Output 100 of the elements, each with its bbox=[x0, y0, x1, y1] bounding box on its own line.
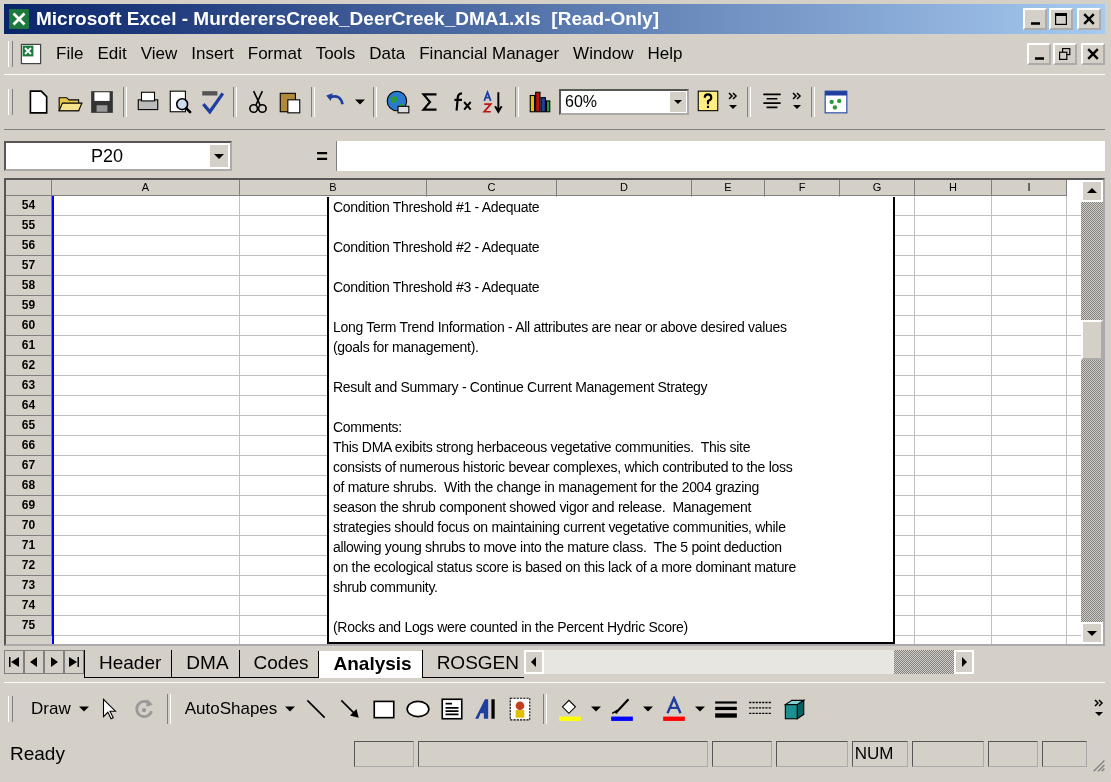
name-box[interactable]: P20 bbox=[4, 141, 232, 171]
caret-icon[interactable] bbox=[355, 97, 365, 107]
row-header[interactable]: 63 bbox=[6, 376, 52, 396]
caret-icon[interactable] bbox=[78, 704, 89, 714]
text-box-icon[interactable] bbox=[439, 696, 466, 722]
maximize-button[interactable] bbox=[1049, 8, 1073, 30]
column-header[interactable]: E bbox=[692, 180, 765, 196]
close-icon bbox=[1083, 13, 1095, 25]
caret-icon[interactable] bbox=[695, 704, 706, 714]
scroll-thumb[interactable] bbox=[1081, 320, 1103, 360]
text-line: Condition Threshold #2 - Adequate bbox=[333, 238, 541, 257]
row-header[interactable]: 74 bbox=[6, 596, 52, 616]
first-sheet-icon[interactable] bbox=[4, 650, 24, 674]
row-header[interactable]: 73 bbox=[6, 576, 52, 596]
bar-chart-icon[interactable] bbox=[527, 89, 553, 115]
text-line: allowing young shrubs to move into the mature class. The 5 point deduction bbox=[333, 538, 783, 557]
menu-item[interactable]: Edit bbox=[90, 42, 134, 66]
text-line: This DMA exibits strong herbaceous vegetative communities. This site bbox=[333, 438, 752, 457]
row-header[interactable]: 57 bbox=[6, 256, 52, 276]
menu-item[interactable]: Window bbox=[566, 42, 641, 66]
minimize-icon bbox=[1030, 21, 1040, 25]
minimize-button[interactable] bbox=[1023, 8, 1047, 30]
close-button[interactable] bbox=[1077, 8, 1101, 30]
text-line: Condition Threshold #1 - Adequate bbox=[333, 198, 541, 217]
row-header[interactable]: 71 bbox=[6, 536, 52, 556]
text-box[interactable] bbox=[327, 197, 895, 644]
text-line: season the shrub component showed vigor and release. Management bbox=[333, 498, 753, 517]
restore-icon bbox=[1059, 48, 1071, 60]
line-color-icon[interactable] bbox=[609, 696, 636, 722]
spreadsheet-icon bbox=[8, 8, 30, 30]
menu-item[interactable]: Format bbox=[240, 42, 309, 66]
scroll-thumb[interactable] bbox=[894, 650, 954, 674]
text-line: on the ecological status score is based on this lack of a more dominant mature bbox=[333, 558, 797, 577]
row-header[interactable]: 56 bbox=[6, 236, 52, 256]
last-sheet-icon[interactable] bbox=[64, 650, 84, 674]
close-button[interactable] bbox=[1081, 43, 1105, 65]
row-header[interactable]: 75 bbox=[6, 616, 52, 636]
sheet-tab[interactable]: Codes bbox=[238, 650, 319, 678]
row-header[interactable]: 64 bbox=[6, 396, 52, 416]
row-header[interactable]: 65 bbox=[6, 416, 52, 436]
resize-grip-icon[interactable] bbox=[1090, 757, 1105, 773]
row-header[interactable]: 69 bbox=[6, 496, 52, 516]
menu-item[interactable]: Financial Manager bbox=[412, 42, 567, 66]
next-sheet-icon[interactable] bbox=[44, 650, 64, 674]
row-header[interactable]: 58 bbox=[6, 276, 52, 296]
minimize-button[interactable] bbox=[1027, 43, 1051, 65]
column-header[interactable]: C bbox=[427, 180, 557, 196]
column-header[interactable]: I bbox=[992, 180, 1067, 196]
menu-item[interactable]: File bbox=[49, 42, 91, 66]
globe-icon[interactable] bbox=[385, 89, 411, 115]
row-header[interactable]: 55 bbox=[6, 216, 52, 236]
row-header[interactable]: 68 bbox=[6, 476, 52, 496]
menu-item[interactable]: Tools bbox=[308, 42, 363, 66]
menu-item[interactable]: Help bbox=[640, 42, 690, 66]
equals-sign: = bbox=[315, 144, 329, 168]
maximize-icon bbox=[1055, 13, 1067, 25]
select-all-corner[interactable] bbox=[6, 180, 52, 196]
menu-item[interactable]: View bbox=[133, 42, 185, 66]
column-header[interactable]: B bbox=[240, 180, 427, 196]
row-header[interactable]: 61 bbox=[6, 336, 52, 356]
text-line: consists of numerous historic bevear complexes, which contributed to the loss bbox=[333, 458, 794, 477]
horizontal-scrollbar[interactable] bbox=[524, 650, 974, 674]
caret-icon[interactable] bbox=[591, 704, 602, 714]
row-header[interactable]: 54 bbox=[6, 196, 52, 216]
status-panel bbox=[1041, 741, 1087, 767]
sheet-tab[interactable]: DMA bbox=[171, 650, 239, 678]
row-header[interactable]: 62 bbox=[6, 356, 52, 376]
row-header[interactable]: 59 bbox=[6, 296, 52, 316]
save-icon[interactable] bbox=[89, 89, 115, 115]
formula-field[interactable] bbox=[336, 141, 1105, 171]
autoshapes-menu-button[interactable]: AutoShapes bbox=[180, 697, 278, 721]
row-header[interactable]: 66 bbox=[6, 436, 52, 456]
draw-menu-button[interactable]: Draw bbox=[27, 697, 71, 721]
sheet-tab[interactable]: ROSGEN bbox=[421, 650, 524, 678]
row-header[interactable]: 72 bbox=[6, 556, 52, 576]
column-header[interactable]: G bbox=[840, 180, 915, 196]
column-header[interactable]: H bbox=[915, 180, 992, 196]
caret-icon[interactable] bbox=[208, 143, 230, 169]
caret-icon[interactable] bbox=[285, 704, 296, 714]
spelling-check-icon[interactable] bbox=[199, 89, 225, 115]
text-line: (Rocks and Logs were counted in the Percent Hydric Score) bbox=[333, 618, 689, 637]
row-header[interactable]: 60 bbox=[6, 316, 52, 336]
print-preview-icon[interactable] bbox=[167, 89, 193, 115]
caret-icon[interactable] bbox=[643, 704, 654, 714]
sheet-tab[interactable]: Header bbox=[84, 650, 172, 678]
column-header[interactable]: D bbox=[557, 180, 692, 196]
column-header[interactable]: F bbox=[765, 180, 840, 196]
font-color-icon[interactable] bbox=[661, 696, 688, 722]
row-header[interactable]: 70 bbox=[6, 516, 52, 536]
menu-item[interactable]: Insert bbox=[184, 42, 241, 66]
row-header[interactable]: 67 bbox=[6, 456, 52, 476]
restore-button[interactable] bbox=[1053, 43, 1077, 65]
menu-item[interactable]: Data bbox=[362, 42, 413, 66]
sheet-tab[interactable]: Analysis bbox=[318, 651, 422, 678]
caret-icon[interactable] bbox=[669, 91, 687, 113]
previous-sheet-icon[interactable] bbox=[24, 650, 44, 674]
dots-icon[interactable] bbox=[823, 89, 849, 115]
text-line: Result and Summary - Continue Current Management Strategy bbox=[333, 378, 709, 397]
zoom-dropdown[interactable]: 60% bbox=[559, 89, 689, 115]
column-header[interactable]: A bbox=[52, 180, 240, 196]
